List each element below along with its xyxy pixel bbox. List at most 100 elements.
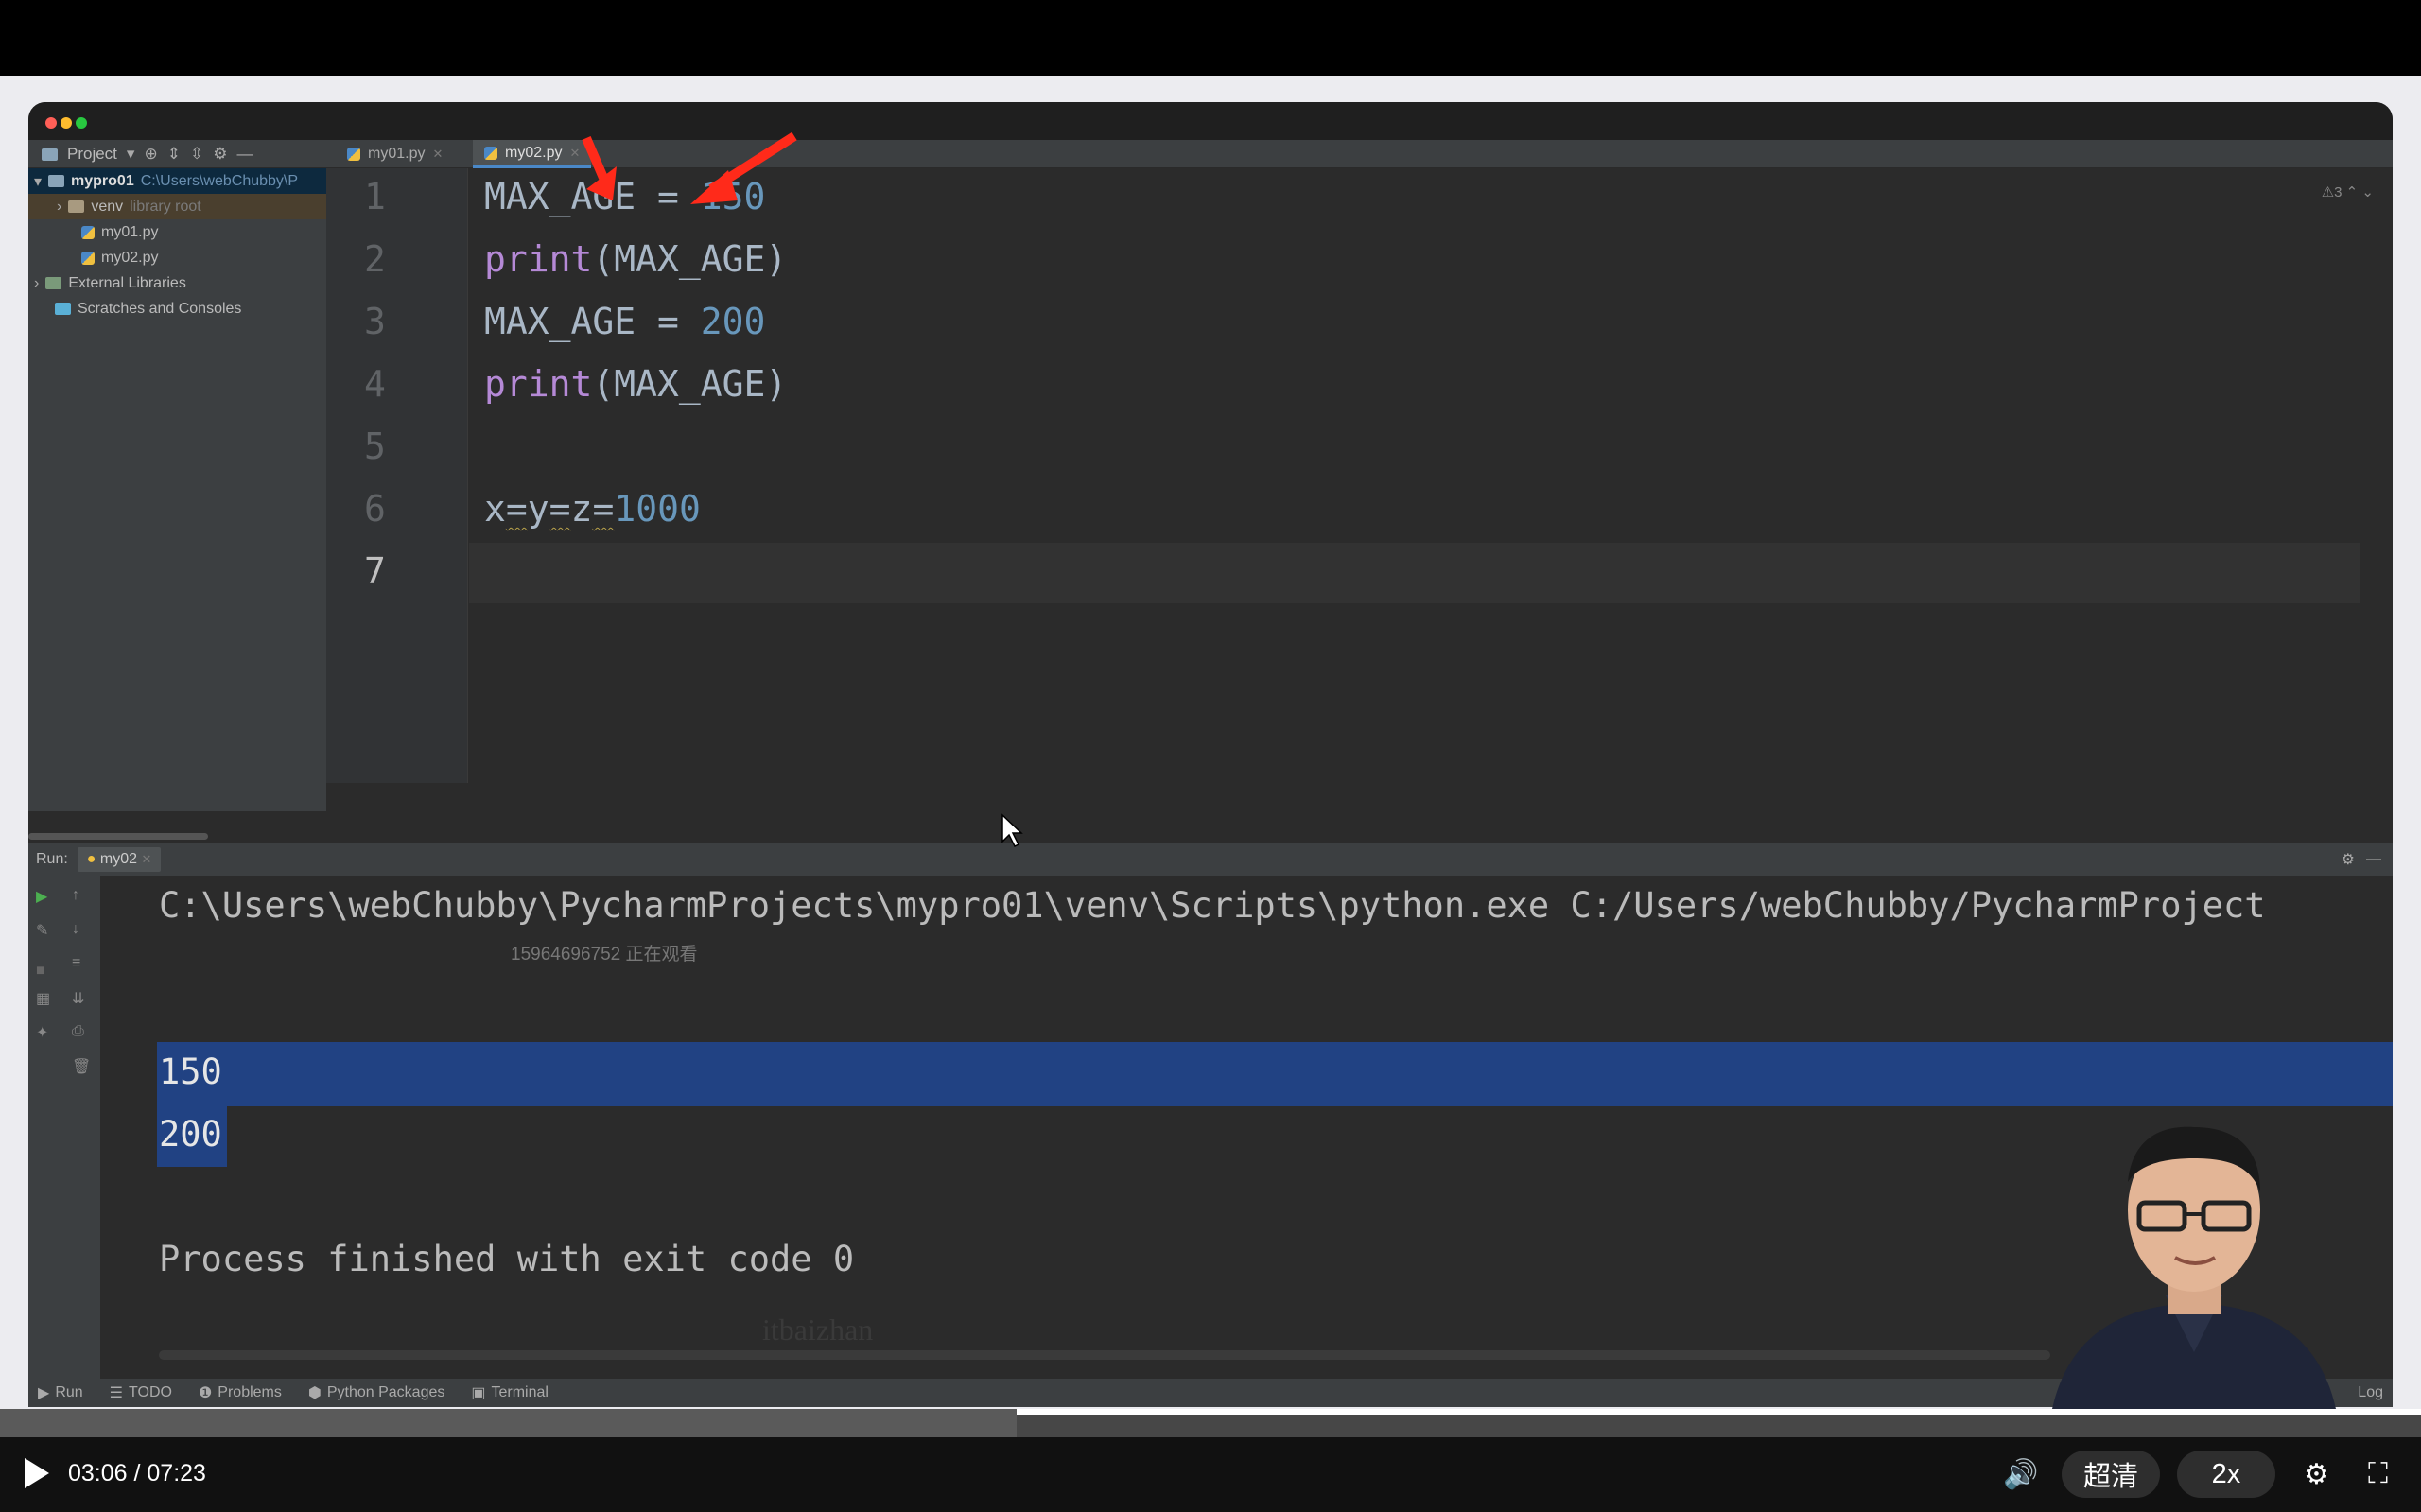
event-log-link[interactable]: Log	[2358, 1384, 2383, 1401]
scroll-to-end-icon[interactable]: ⇊	[72, 989, 84, 1008]
tool-label: TODO	[129, 1384, 172, 1400]
tool-bar: Project ▾ ⊕ ⇕ ⇳ ⚙ — my01.py ✕ my02.py ✕	[28, 140, 2393, 168]
stop-icon[interactable]: ■	[36, 963, 45, 980]
code-number: 200	[700, 301, 766, 342]
soft-wrap-icon[interactable]: ≡	[72, 955, 80, 972]
hide-icon[interactable]: —	[236, 145, 253, 164]
video-progress-bar[interactable]	[0, 1409, 2421, 1437]
quality-selector[interactable]: 超清	[2062, 1451, 2160, 1498]
scrollbar-thumb[interactable]	[28, 833, 208, 840]
pin-icon[interactable]: ✦	[36, 1023, 48, 1042]
speed-label: 2x	[2211, 1458, 2241, 1489]
tree-item-mypro01[interactable]: ▾ mypro01 C:\Users\webChubby\P	[28, 168, 326, 194]
close-window-button[interactable]	[45, 117, 57, 129]
tree-item-venv[interactable]: › venv library root	[28, 194, 326, 219]
console-scrollbar[interactable]	[159, 1350, 2050, 1360]
tool-run[interactable]: ▶ Run	[38, 1383, 83, 1402]
project-tree: ▾ mypro01 C:\Users\webChubby\P › venv li…	[28, 168, 326, 811]
code-token: x	[484, 488, 506, 530]
tab-my02[interactable]: my02.py ✕	[473, 140, 592, 168]
scroll-up-icon[interactable]: ↑	[72, 887, 79, 904]
tool-label: Terminal	[491, 1384, 549, 1400]
line-number-gutter: 1 2 3 4 5 6 7	[326, 168, 468, 783]
code-token: y	[527, 488, 549, 530]
wrench-icon[interactable]: ✎	[36, 921, 48, 940]
current-line-highlight	[469, 543, 2360, 603]
hide-icon[interactable]: —	[2366, 851, 2381, 868]
run-panel-header: Run: ● my02 ✕ ⚙ —	[28, 843, 2393, 876]
play-icon[interactable]	[25, 1458, 49, 1488]
playback-time: 03:06 / 07:23	[68, 1460, 206, 1486]
layout-icon[interactable]: ▦	[36, 989, 50, 1008]
trash-icon[interactable]: 🗑	[72, 1057, 91, 1076]
warning-icon: ⚠	[2321, 184, 2335, 200]
console-exit-message: Process finished with exit code 0	[159, 1239, 855, 1279]
close-tab-icon[interactable]: ✕	[142, 852, 152, 866]
expand-all-icon[interactable]: ⇕	[167, 145, 181, 164]
rerun-icon[interactable]: ▶	[36, 887, 47, 906]
python-file-icon	[81, 225, 95, 239]
chevron-down-icon[interactable]: ▾	[127, 145, 135, 164]
tool-todo[interactable]: ☰ TODO	[110, 1383, 172, 1402]
run-label: Run:	[36, 851, 68, 867]
code-line-4: print(MAX_AGE)	[484, 363, 787, 405]
python-file-icon: ●	[86, 851, 96, 867]
print-icon[interactable]: ⎙	[72, 1023, 84, 1040]
gear-icon[interactable]: ⚙	[2304, 1458, 2329, 1491]
code-editor[interactable]: MAX_AGE = 150 print(MAX_AGE) MAX_AGE = 2…	[469, 168, 2393, 783]
video-player: { "ide": { "project_label": "Project", "…	[0, 0, 2421, 1512]
code-token: (MAX_AGE)	[592, 363, 788, 405]
tab-my01[interactable]: my01.py ✕	[336, 140, 454, 168]
watermark-site: itbaizhan	[762, 1312, 874, 1347]
player-controls: 03:06 / 07:23 🔊 超清 2x ⚙ ⛶	[0, 1437, 2421, 1512]
volume-icon[interactable]: 🔊	[2003, 1458, 2038, 1491]
tree-item-my01[interactable]: my01.py	[28, 219, 326, 245]
tool-problems[interactable]: ❶ Problems	[199, 1383, 282, 1402]
run-tab-label: my02	[99, 851, 138, 867]
scroll-down-icon[interactable]: ↓	[72, 921, 79, 938]
tree-item-my02[interactable]: my02.py	[28, 245, 326, 270]
package-icon: ⬢	[307, 1385, 322, 1401]
line-number: 5	[364, 426, 386, 467]
gear-icon[interactable]: ⚙	[213, 145, 227, 164]
code-token: =	[505, 488, 528, 530]
selection-highlight	[157, 1042, 2393, 1106]
code-token: MAX_AGE =	[484, 176, 701, 217]
project-selector[interactable]: Project ▾ ⊕ ⇕ ⇳ ⚙ —	[28, 140, 326, 168]
tree-item-external-libraries[interactable]: › External Libraries	[28, 270, 326, 296]
run-tab-my02[interactable]: ● my02 ✕	[77, 847, 162, 872]
close-tab-icon[interactable]: ✕	[432, 147, 443, 162]
horizontal-scrollbar[interactable]	[28, 830, 2393, 843]
code-builtin: print	[484, 238, 593, 280]
collapse-all-icon[interactable]: ⇳	[190, 145, 203, 164]
tool-terminal[interactable]: ▣ Terminal	[471, 1383, 549, 1402]
tool-python-packages[interactable]: ⬢ Python Packages	[308, 1383, 445, 1402]
code-builtin: print	[484, 363, 593, 405]
project-icon	[42, 148, 58, 161]
code-token: =	[592, 488, 615, 530]
play-icon: ▶	[38, 1385, 50, 1401]
code-token: MAX_AGE =	[484, 301, 701, 342]
tree-item-label: mypro01	[71, 172, 134, 189]
minimize-window-button[interactable]	[61, 117, 72, 129]
gear-icon[interactable]: ⚙	[2342, 850, 2355, 869]
tree-item-scratches[interactable]: Scratches and Consoles	[28, 296, 326, 322]
scratches-icon	[55, 303, 71, 315]
quality-label: 超清	[2082, 1462, 2138, 1492]
close-tab-icon[interactable]: ✕	[569, 146, 580, 161]
warning-indicator[interactable]: ⚠3 ⌃ ⌄	[2322, 183, 2374, 200]
locate-icon[interactable]: ⊕	[144, 145, 157, 164]
line-number: 1	[364, 176, 386, 217]
line-number: 6	[364, 488, 386, 530]
library-icon	[45, 277, 62, 289]
zoom-window-button[interactable]	[76, 117, 87, 129]
speed-selector[interactable]: 2x	[2177, 1451, 2275, 1498]
tab-label: my01.py	[368, 146, 426, 162]
code-line-1: MAX_AGE = 150	[484, 176, 765, 217]
info-icon: ❶	[198, 1385, 213, 1401]
code-token: =	[549, 488, 571, 530]
terminal-icon: ▣	[471, 1385, 486, 1401]
tree-item-label: venv	[91, 198, 124, 215]
code-token: (MAX_AGE)	[592, 238, 788, 280]
fullscreen-icon[interactable]: ⛶	[2368, 1458, 2388, 1490]
